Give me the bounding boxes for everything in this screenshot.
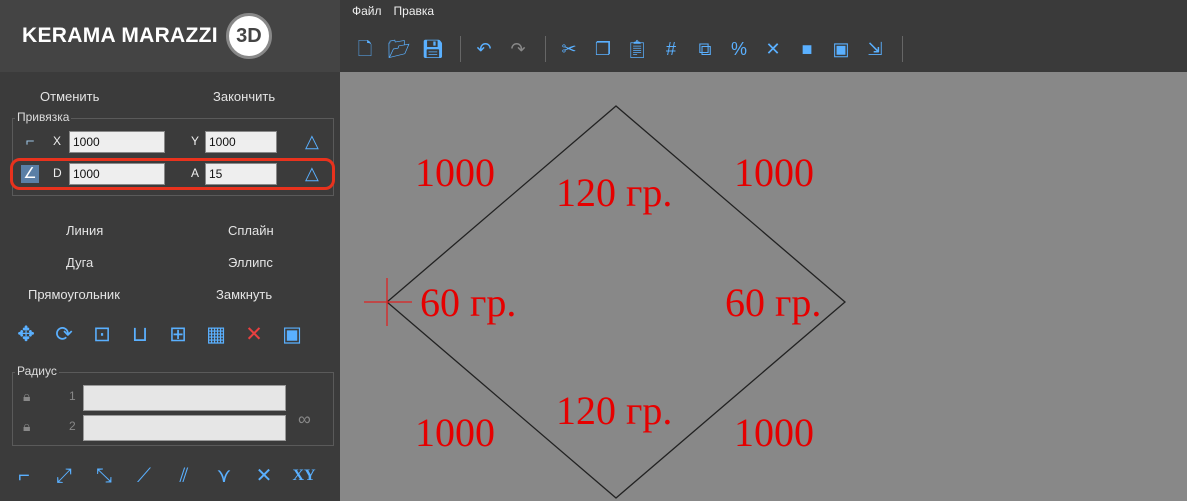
draw-row-3: Прямоугольник Замкнуть [0, 284, 340, 310]
fork-icon[interactable]: ⋎ [206, 461, 242, 491]
snap-group: Привязка ⌐ X Y △ ∠ D A △ [12, 110, 335, 196]
paste-icon[interactable]: 📋︎ [622, 36, 652, 62]
segment-icon[interactable]: ⤢ [46, 461, 82, 491]
edit-tools-row: ✥ ⟳ ⊡ ⊔ ⊞ ▦ ✕ ▣ [10, 320, 330, 350]
arc-button[interactable]: Дуга [66, 255, 93, 270]
draw-row-1: Линия Сплайн [0, 220, 340, 246]
snap-da-row: ∠ D A △ [13, 161, 335, 187]
rectangle-button[interactable]: Прямоугольник [28, 287, 120, 302]
d-input[interactable] [69, 163, 165, 185]
snap-window-icon[interactable]: ⧉ [690, 36, 720, 62]
xy-snap-icon[interactable]: ⌐ [21, 133, 39, 151]
label-left-angle: 60 гр. [420, 280, 516, 325]
save-icon[interactable]: 💾︎ [418, 36, 448, 62]
xy-button[interactable]: XY [286, 461, 322, 491]
label-bottom-right: 1000 [734, 410, 814, 455]
a-input[interactable] [205, 163, 277, 185]
export-icon[interactable]: ⇲ [860, 36, 890, 62]
line-button[interactable]: Линия [66, 223, 103, 238]
label-bottom-left: 1000 [415, 410, 495, 455]
radius-group: Радиус 🔒︎ 1 🔒︎ 2 ∞ [12, 364, 335, 446]
ellipse-button[interactable]: Эллипс [228, 255, 273, 270]
logo-3d-badge: 3D [225, 13, 272, 59]
radius-legend: Радиус [15, 364, 59, 378]
finish-button[interactable]: Закончить [213, 89, 275, 104]
logo-brand: KERAMA MARAZZI [22, 24, 218, 47]
label-right-angle: 60 гр. [725, 280, 821, 325]
lock-icon[interactable]: 🔒︎ [23, 388, 30, 405]
d-label: D [53, 166, 62, 180]
spline-button[interactable]: Сплайн [228, 223, 274, 238]
triangle-xy-icon[interactable]: △ [305, 132, 319, 150]
redo-icon[interactable]: ↷ [503, 36, 533, 62]
link-chain-icon[interactable]: ∞ [298, 409, 311, 430]
x-input[interactable] [69, 131, 165, 153]
y-input[interactable] [205, 131, 277, 153]
menu-bar: Файл Правка [352, 4, 434, 18]
cross-icon[interactable]: ✕ [246, 461, 282, 491]
undo-button[interactable]: Отменить [40, 89, 99, 104]
radius-2-label: 2 [69, 419, 76, 433]
canvas-svg: 1000 1000 120 гр. 60 гр. 60 гр. 120 гр. … [364, 105, 846, 499]
radius-2-input[interactable] [83, 415, 286, 441]
triangle-da-icon[interactable]: △ [305, 164, 319, 182]
label-top-right: 1000 [734, 150, 814, 195]
drawing-canvas[interactable]: 1000 1000 120 гр. 60 гр. 60 гр. 120 гр. … [340, 72, 1187, 501]
label-bottom-angle: 120 гр. [556, 388, 672, 433]
main-toolbar: 🗋︎ 📂︎ 💾︎ ↶ ↷ ✂ ❐ 📋︎ # ⧉ % ✕ ■ ▣ ⇲ [350, 34, 911, 64]
window-icon[interactable]: ■ [792, 36, 822, 62]
top-bar: Файл Правка 🗋︎ 📂︎ 💾︎ ↶ ↷ ✂ ❐ 📋︎ # ⧉ % ✕ … [340, 0, 1187, 72]
properties-icon[interactable]: ▣ [276, 322, 308, 348]
copy-icon[interactable]: ❐ [588, 36, 618, 62]
close-shape-button[interactable]: Замкнуть [216, 287, 272, 302]
lock-icon[interactable]: 🔒︎ [23, 418, 30, 435]
radius-1-input[interactable] [83, 385, 286, 411]
toolbar-separator [545, 36, 546, 62]
corner-icon[interactable]: ⌐ [6, 461, 42, 491]
angle-snap-icon[interactable]: ∠ [21, 165, 39, 183]
label-top-left: 1000 [415, 150, 495, 195]
left-panel: KERAMA MARAZZI 3D Отменить Закончить При… [0, 0, 340, 501]
draw-row-2: Дуга Эллипс [0, 252, 340, 278]
delete-icon[interactable]: ✕ [238, 322, 270, 348]
image-icon[interactable]: ▣ [826, 36, 856, 62]
grid-icon[interactable]: # [656, 36, 686, 62]
radius-row-1: 🔒︎ 1 [13, 383, 335, 411]
open-folder-icon[interactable]: 📂︎ [384, 36, 414, 62]
snap-legend: Привязка [15, 110, 72, 124]
offset-icon[interactable]: ⊔ [124, 322, 156, 348]
label-top-angle: 120 гр. [556, 170, 672, 215]
a-label: A [191, 166, 200, 180]
toolbar-separator [902, 36, 903, 62]
measure-icon[interactable]: ▦ [200, 322, 232, 348]
x-label: X [53, 134, 62, 148]
delete-all-icon[interactable]: ✕ [758, 36, 788, 62]
toolbar-separator [460, 36, 461, 62]
menu-edit[interactable]: Правка [394, 4, 435, 18]
undo-icon[interactable]: ↶ [469, 36, 499, 62]
fit-icon[interactable]: ⊞ [162, 322, 194, 348]
new-file-icon[interactable]: 🗋︎ [350, 36, 380, 62]
bottom-tools-row: ⌐ ⤢ ⤡ ⟋ ⫽ ⋎ ✕ XY [6, 458, 336, 494]
y-label: Y [191, 134, 200, 148]
extrude-icon[interactable]: ⊡ [86, 322, 118, 348]
parallel-icon[interactable]: ⫽ [166, 461, 202, 491]
percent-icon[interactable]: % [724, 36, 754, 62]
radius-1-label: 1 [69, 389, 76, 403]
radius-row-2: 🔒︎ 2 [13, 413, 335, 441]
split-icon[interactable]: ⤡ [86, 461, 122, 491]
move-icon[interactable]: ✥ [10, 322, 42, 348]
cut-icon[interactable]: ✂ [554, 36, 584, 62]
action-row: Отменить Закончить [0, 86, 340, 112]
rotate-icon[interactable]: ⟳ [48, 322, 80, 348]
snap-xy-row: ⌐ X Y △ [13, 129, 335, 155]
tangent-icon[interactable]: ⟋ [126, 461, 162, 491]
app-logo: KERAMA MARAZZI 3D [0, 0, 340, 72]
menu-file[interactable]: Файл [352, 4, 382, 18]
